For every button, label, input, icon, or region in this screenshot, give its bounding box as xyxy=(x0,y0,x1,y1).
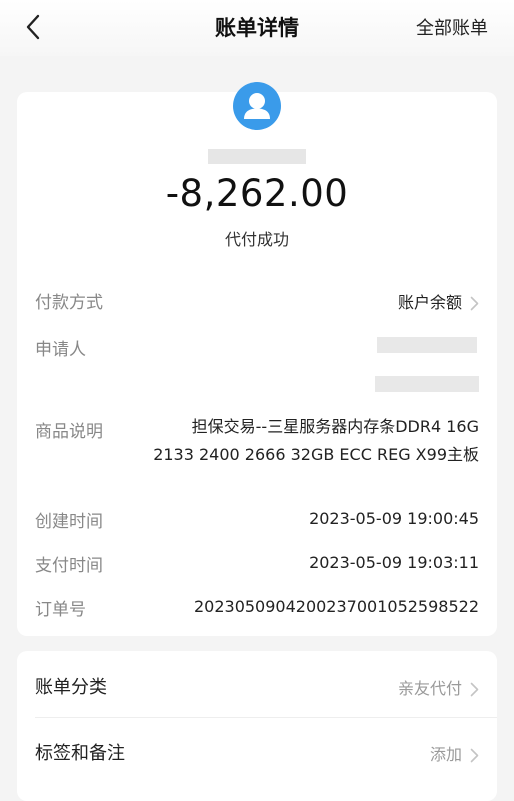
payment-method-value: 账户余额 xyxy=(397,293,462,312)
payment-method-label: 付款方式 xyxy=(35,293,103,313)
divider xyxy=(35,717,497,718)
paid-time-label: 支付时间 xyxy=(35,556,103,576)
order-no-value: 2023050904200237001052598522 xyxy=(193,597,479,616)
payment-method-row[interactable]: 账户余额 xyxy=(398,289,479,313)
applicant-redacted-line-1 xyxy=(377,337,477,353)
applicant-redacted-line-2 xyxy=(375,376,479,392)
category-label: 账单分类 xyxy=(35,677,107,698)
tags-row[interactable]: 添加 xyxy=(430,741,479,765)
product-label: 商品说明 xyxy=(35,422,103,442)
chevron-right-icon xyxy=(470,748,479,763)
tags-label: 标签和备注 xyxy=(35,743,125,764)
status-text: 代付成功 xyxy=(224,230,289,249)
order-no-label: 订单号 xyxy=(35,600,86,620)
user-avatar-icon xyxy=(233,82,281,130)
bill-extra-card: 账单分类 亲友代付 标签和备注 添加 xyxy=(17,651,497,801)
payee-name-redacted xyxy=(208,149,306,164)
category-row[interactable]: 亲友代付 xyxy=(398,675,479,699)
tags-value: 添加 xyxy=(429,745,462,764)
category-value: 亲友代付 xyxy=(397,679,462,698)
applicant-label: 申请人 xyxy=(35,340,86,360)
amount: -8,262.00 xyxy=(165,172,349,215)
all-bills-link[interactable]: 全部账单 xyxy=(416,14,488,40)
created-time-label: 创建时间 xyxy=(35,512,103,532)
product-value: 担保交易--三星服务器内存条DDR4 16G 2133 2400 2666 32… xyxy=(153,417,479,464)
paid-time-value: 2023-05-09 19:03:11 xyxy=(309,553,479,572)
top-bar: 账单详情 全部账单 xyxy=(0,0,514,56)
chevron-right-icon xyxy=(470,296,479,311)
created-time-value: 2023-05-09 19:00:45 xyxy=(309,509,479,528)
chevron-right-icon xyxy=(470,682,479,697)
bill-detail-card: -8,262.00 代付成功 付款方式 账户余额 申请人 商品说明 担保交易--… xyxy=(17,82,497,636)
